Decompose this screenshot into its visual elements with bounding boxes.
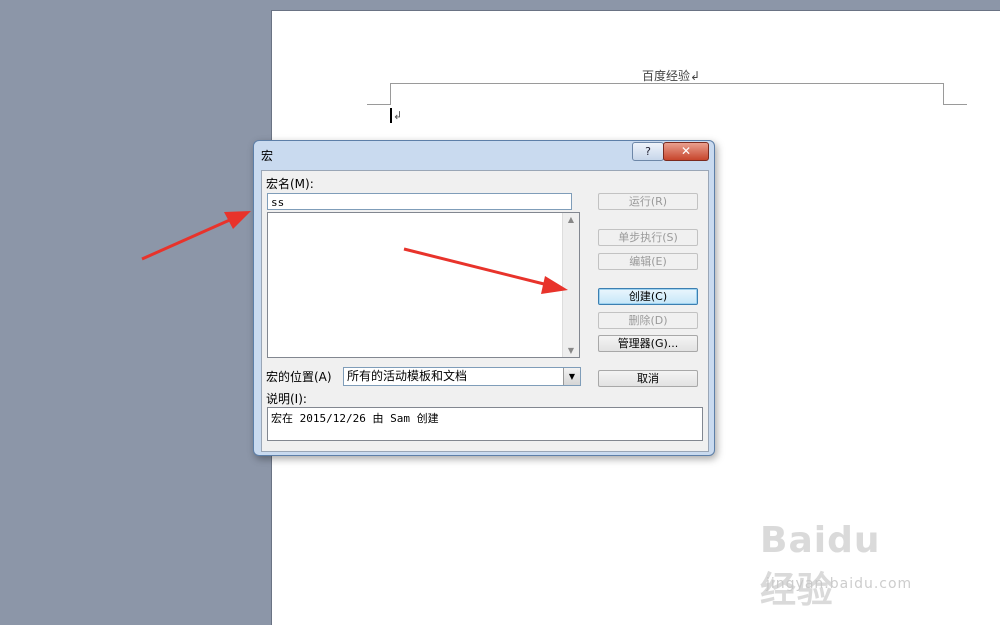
arrow-to-macro-name [141, 211, 251, 261]
watermark-url: jingyan.baidu.com [766, 576, 913, 592]
arrow-to-create-button [403, 247, 568, 294]
watermark-brand: Baidu经验 [760, 520, 881, 611]
